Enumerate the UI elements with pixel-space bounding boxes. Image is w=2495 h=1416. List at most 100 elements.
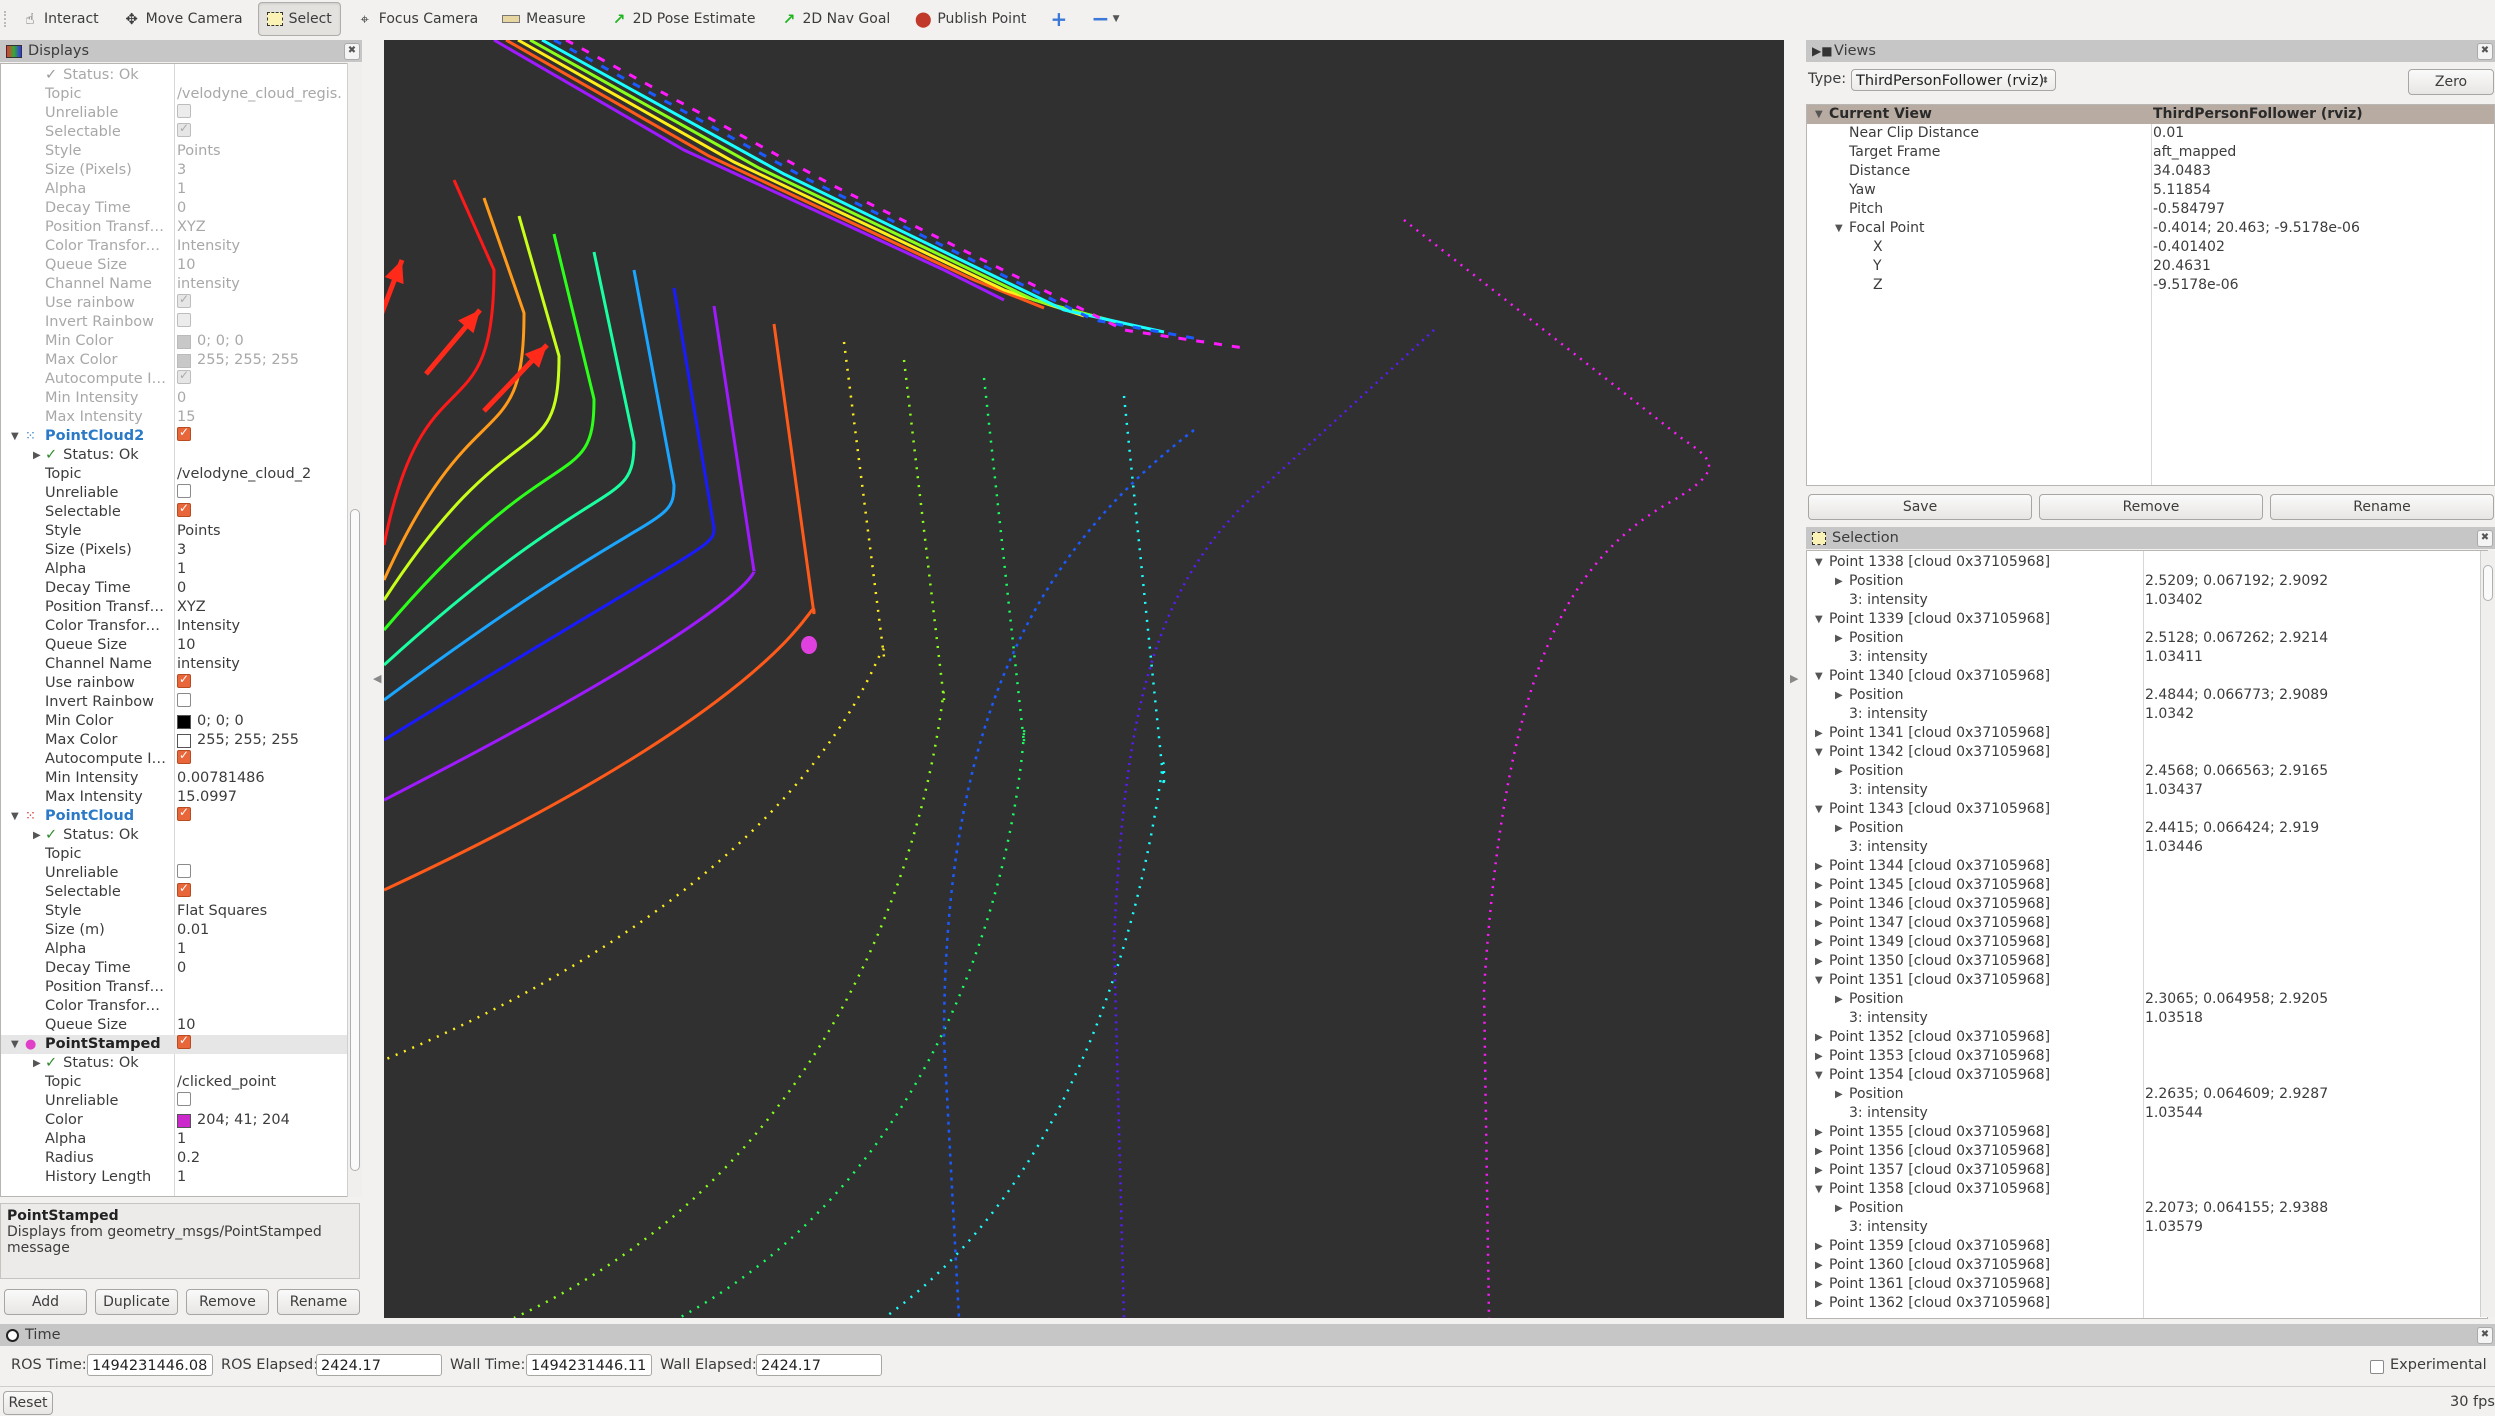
triangle-right-icon[interactable]: ▶ — [1835, 1199, 1843, 1218]
property-checkbox[interactable] — [177, 484, 191, 498]
property-value[interactable]: 10 — [177, 1016, 343, 1035]
display-property-row[interactable]: History Length 1 — [1, 1168, 347, 1187]
property-value[interactable]: 0.01 — [177, 921, 343, 940]
color-swatch[interactable] — [177, 334, 191, 349]
display-property-row[interactable]: Invert Rainbow — [1, 693, 347, 712]
display-property-row[interactable]: Topic — [1, 845, 347, 864]
collapse-right-handle[interactable]: ▶ — [1790, 672, 1798, 685]
display-property-row[interactable]: Color Transformer Intensity — [1, 617, 347, 636]
display-property-row[interactable]: Autocompute In... — [1, 750, 347, 769]
display-property-row[interactable]: Min Color 0; 0; 0 — [1, 332, 347, 351]
close-icon[interactable]: ✖ — [2477, 43, 2493, 60]
display-property-row[interactable]: Max Intensity 15 — [1, 408, 347, 427]
display-property-row[interactable]: Min Intensity 0.00781486 — [1, 769, 347, 788]
triangle-right-icon[interactable]: ▶ — [1815, 1123, 1823, 1142]
view-property-row[interactable]: Near Clip Distance 0.01 — [1807, 124, 2494, 143]
display-property-row[interactable]: Invert Rainbow — [1, 313, 347, 332]
triangle-down-icon[interactable]: ▼ — [1815, 610, 1823, 629]
property-checkbox[interactable] — [177, 864, 191, 878]
property-value[interactable]: 3 — [177, 541, 343, 560]
close-icon[interactable]: ✖ — [2477, 1327, 2493, 1344]
clicked-point-marker[interactable] — [801, 636, 817, 654]
triangle-right-icon[interactable]: ▶ — [1815, 724, 1823, 743]
property-value[interactable]: 0 — [177, 579, 343, 598]
selected-point-row[interactable]: ▶ Point 1350 [cloud 0x37105968] — [1807, 952, 2487, 971]
display-property-row[interactable]: Decay Time 0 — [1, 579, 347, 598]
property-value[interactable]: 0 — [177, 389, 343, 408]
zero-view-button[interactable]: Zero — [2408, 69, 2494, 95]
triangle-down-icon[interactable]: ▼ — [1835, 219, 1843, 238]
remove-display-button[interactable]: Remove — [186, 1289, 269, 1315]
scroll-thumb[interactable] — [2483, 565, 2493, 601]
property-value[interactable]: intensity — [177, 655, 343, 674]
display-property-row[interactable]: ✓ Status: Ok — [1, 66, 347, 85]
view-type-select[interactable]: ThirdPersonFollower (rviz) ⬍ — [1851, 69, 2056, 91]
enabled-checkbox[interactable] — [177, 427, 191, 441]
selected-point-row[interactable]: ▶ Point 1356 [cloud 0x37105968] — [1807, 1142, 2487, 1161]
display-property-row[interactable]: Size (Pixels) 3 — [1, 161, 347, 180]
property-value[interactable]: Intensity — [177, 617, 343, 636]
wall-time-field[interactable]: 1494231446.11 — [526, 1354, 652, 1376]
triangle-right-icon[interactable]: ▶ — [1815, 1275, 1823, 1294]
close-icon[interactable]: ✖ — [344, 43, 360, 60]
intensity-row[interactable]: 3: intensity 1.03446 — [1807, 838, 2487, 857]
triangle-right-icon[interactable]: ▶ — [1815, 1237, 1823, 1256]
enabled-checkbox[interactable] — [177, 1035, 191, 1049]
toolbar-grip[interactable] — [4, 11, 12, 27]
property-value[interactable]: 255; 255; 255 — [197, 351, 299, 370]
view-property-row[interactable]: Distance 34.0483 — [1807, 162, 2494, 181]
property-value[interactable]: XYZ — [177, 218, 343, 237]
display-item[interactable]: ▼ ⁙ PointCloud2 — [1, 427, 347, 446]
triangle-right-icon[interactable]: ▶ — [33, 446, 41, 465]
color-swatch[interactable] — [177, 714, 191, 729]
property-value[interactable]: 0 — [177, 959, 343, 978]
view-property-row[interactable]: X -0.401402 — [1807, 238, 2494, 257]
triangle-down-icon[interactable]: ▼ — [11, 427, 19, 446]
save-view-button[interactable]: Save — [1808, 494, 2032, 520]
selected-point-row[interactable]: ▶ Point 1361 [cloud 0x37105968] — [1807, 1275, 2487, 1294]
add-display-button[interactable]: Add — [4, 1289, 87, 1315]
display-property-row[interactable]: Use rainbow — [1, 294, 347, 313]
triangle-down-icon[interactable]: ▼ — [1815, 667, 1823, 686]
triangle-down-icon[interactable]: ▼ — [1815, 553, 1823, 572]
display-property-row[interactable]: Max Color 255; 255; 255 — [1, 731, 347, 750]
intensity-row[interactable]: 3: intensity 1.03411 — [1807, 648, 2487, 667]
triangle-right-icon[interactable]: ▶ — [33, 826, 41, 845]
triangle-right-icon[interactable]: ▶ — [1835, 990, 1843, 1009]
display-item[interactable]: ▼ ⁙ PointCloud — [1, 807, 347, 826]
triangle-down-icon[interactable]: ▼ — [1815, 743, 1823, 762]
wall-elapsed-field[interactable]: 2424.17 — [756, 1354, 882, 1376]
tool-interact[interactable]: ☝ Interact — [12, 2, 108, 36]
property-value[interactable]: 20.4631 — [2153, 257, 2211, 276]
property-checkbox[interactable] — [177, 313, 191, 327]
position-row[interactable]: ▶ Position 2.3065; 0.064958; 2.9205 — [1807, 990, 2487, 1009]
reset-button[interactable]: Reset — [3, 1391, 53, 1415]
display-property-row[interactable]: Autocompute In... — [1, 370, 347, 389]
triangle-right-icon[interactable]: ▶ — [33, 1054, 41, 1073]
property-checkbox[interactable] — [177, 370, 191, 384]
property-value[interactable]: 255; 255; 255 — [197, 731, 299, 750]
tool-focus-camera[interactable]: ⌖ Focus Camera — [347, 2, 487, 36]
remove-tool-button[interactable]: − ▼ — [1082, 2, 1128, 36]
property-value[interactable]: -0.401402 — [2153, 238, 2225, 257]
triangle-right-icon[interactable]: ▶ — [1815, 933, 1823, 952]
selected-point-row[interactable]: ▼ Point 1340 [cloud 0x37105968] — [1807, 667, 2487, 686]
property-value[interactable]: /velodyne_cloud_regis... — [177, 85, 343, 104]
selected-point-row[interactable]: ▶ Point 1344 [cloud 0x37105968] — [1807, 857, 2487, 876]
property-value[interactable]: Flat Squares — [177, 902, 343, 921]
current-view-row[interactable]: ▼ Current View ThirdPersonFollower (rviz… — [1807, 105, 2494, 124]
display-property-row[interactable]: Unreliable — [1, 104, 347, 123]
triangle-right-icon[interactable]: ▶ — [1835, 686, 1843, 705]
display-property-row[interactable]: Decay Time 0 — [1, 959, 347, 978]
display-property-row[interactable]: Queue Size 10 — [1, 1016, 347, 1035]
property-checkbox[interactable] — [177, 883, 191, 897]
triangle-down-icon[interactable]: ▼ — [11, 1035, 19, 1054]
property-value[interactable]: -0.584797 — [2153, 200, 2225, 219]
triangle-right-icon[interactable]: ▶ — [1815, 876, 1823, 895]
property-value[interactable]: 1 — [177, 560, 343, 579]
property-value[interactable]: XYZ — [177, 598, 343, 617]
selected-point-row[interactable]: ▶ Point 1346 [cloud 0x37105968] — [1807, 895, 2487, 914]
triangle-right-icon[interactable]: ▶ — [1815, 1028, 1823, 1047]
triangle-down-icon[interactable]: ▼ — [1815, 1066, 1823, 1085]
property-checkbox[interactable] — [177, 750, 191, 764]
